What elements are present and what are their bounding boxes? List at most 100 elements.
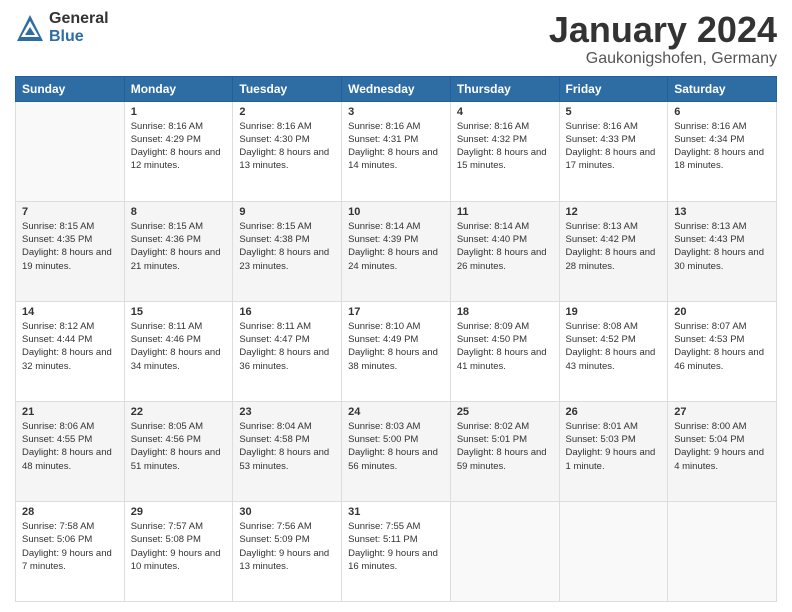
day-number: 3 — [348, 106, 444, 118]
day-info: Sunrise: 8:06 AMSunset: 4:55 PMDaylight:… — [22, 420, 118, 473]
day-info: Sunrise: 7:56 AMSunset: 5:09 PMDaylight:… — [239, 520, 335, 573]
day-number: 14 — [22, 306, 118, 318]
calendar-cell: 16Sunrise: 8:11 AMSunset: 4:47 PMDayligh… — [233, 301, 342, 401]
day-number: 24 — [348, 406, 444, 418]
calendar-cell: 15Sunrise: 8:11 AMSunset: 4:46 PMDayligh… — [124, 301, 233, 401]
day-info: Sunrise: 8:12 AMSunset: 4:44 PMDaylight:… — [22, 320, 118, 373]
day-info: Sunrise: 8:10 AMSunset: 4:49 PMDaylight:… — [348, 320, 444, 373]
day-info: Sunrise: 7:55 AMSunset: 5:11 PMDaylight:… — [348, 520, 444, 573]
weekday-header: Monday — [124, 76, 233, 101]
logo-blue-text: Blue — [49, 28, 109, 46]
calendar-cell: 29Sunrise: 7:57 AMSunset: 5:08 PMDayligh… — [124, 501, 233, 601]
day-info: Sunrise: 8:15 AMSunset: 4:36 PMDaylight:… — [131, 220, 227, 273]
calendar-week-row: 14 Sunrise: 8:12 AMSunset: 4:44 PMDayligh… — [16, 301, 777, 401]
weekday-header: Sunday — [16, 76, 125, 101]
calendar-cell: 6 Sunrise: 8:16 AMSunset: 4:34 PMDaylight… — [668, 101, 777, 201]
calendar-cell: 24 Sunrise: 8:03 AMSunset: 5:00 PMDayligh… — [342, 401, 451, 501]
day-info: Sunrise: 8:16 AMSunset: 4:33 PMDaylight:… — [566, 120, 662, 173]
calendar-cell: 4 Sunrise: 8:16 AMSunset: 4:32 PMDaylight… — [450, 101, 559, 201]
day-info: Sunrise: 8:16 AMSunset: 4:31 PMDaylight:… — [348, 120, 444, 173]
calendar-week-row: 7 Sunrise: 8:15 AMSunset: 4:35 PMDaylight… — [16, 201, 777, 301]
calendar-cell: 31 Sunrise: 7:55 AMSunset: 5:11 PMDayligh… — [342, 501, 451, 601]
day-info: Sunrise: 8:16 AMSunset: 4:29 PMDaylight:… — [131, 120, 227, 173]
day-info: Sunrise: 7:58 AMSunset: 5:06 PMDaylight:… — [22, 520, 118, 573]
day-number: 26 — [566, 406, 662, 418]
day-info: Sunrise: 8:03 AMSunset: 5:00 PMDaylight:… — [348, 420, 444, 473]
day-number: 27 — [674, 406, 770, 418]
logo-general-text: General — [49, 10, 109, 28]
day-info: Sunrise: 8:16 AMSunset: 4:34 PMDaylight:… — [674, 120, 770, 173]
calendar-cell: 12 Sunrise: 8:13 AMSunset: 4:42 PMDayligh… — [559, 201, 668, 301]
day-info: Sunrise: 8:04 AMSunset: 4:58 PMDaylight:… — [239, 420, 335, 473]
day-number: 28 — [22, 506, 118, 518]
day-info: Sunrise: 8:15 AMSunset: 4:38 PMDaylight:… — [239, 220, 335, 273]
weekday-header: Friday — [559, 76, 668, 101]
day-number: 1 — [131, 106, 227, 118]
day-number: 8 — [131, 206, 227, 218]
logo: General Blue — [15, 10, 109, 45]
day-info: Sunrise: 8:00 AMSunset: 5:04 PMDaylight:… — [674, 420, 770, 473]
day-info: Sunrise: 8:11 AMSunset: 4:47 PMDaylight:… — [239, 320, 335, 373]
title-section: January 2024 Gaukonigshofen, Germany — [549, 10, 777, 68]
calendar-cell: 11 Sunrise: 8:14 AMSunset: 4:40 PMDayligh… — [450, 201, 559, 301]
calendar-week-row: 21Sunrise: 8:06 AMSunset: 4:55 PMDayligh… — [16, 401, 777, 501]
calendar-cell: 5 Sunrise: 8:16 AMSunset: 4:33 PMDaylight… — [559, 101, 668, 201]
day-info: Sunrise: 8:13 AMSunset: 4:43 PMDaylight:… — [674, 220, 770, 273]
day-info: Sunrise: 8:02 AMSunset: 5:01 PMDaylight:… — [457, 420, 553, 473]
calendar-cell: 18 Sunrise: 8:09 AMSunset: 4:50 PMDayligh… — [450, 301, 559, 401]
calendar-cell — [559, 501, 668, 601]
calendar-cell: 30 Sunrise: 7:56 AMSunset: 5:09 PMDayligh… — [233, 501, 342, 601]
calendar-week-row: 1 Sunrise: 8:16 AMSunset: 4:29 PMDaylight… — [16, 101, 777, 201]
day-info: Sunrise: 8:15 AMSunset: 4:35 PMDaylight:… — [22, 220, 118, 273]
day-number: 31 — [348, 506, 444, 518]
calendar-cell: 25 Sunrise: 8:02 AMSunset: 5:01 PMDayligh… — [450, 401, 559, 501]
weekday-header: Thursday — [450, 76, 559, 101]
weekday-header: Saturday — [668, 76, 777, 101]
header: General Blue January 2024 Gaukonigshofen… — [15, 10, 777, 68]
calendar-cell: 19 Sunrise: 8:08 AMSunset: 4:52 PMDayligh… — [559, 301, 668, 401]
day-info: Sunrise: 8:16 AMSunset: 4:32 PMDaylight:… — [457, 120, 553, 173]
day-number: 2 — [239, 106, 335, 118]
weekday-header: Tuesday — [233, 76, 342, 101]
calendar-cell: 17 Sunrise: 8:10 AMSunset: 4:49 PMDayligh… — [342, 301, 451, 401]
day-number: 6 — [674, 106, 770, 118]
day-number: 30 — [239, 506, 335, 518]
weekday-header: Wednesday — [342, 76, 451, 101]
day-number: 17 — [348, 306, 444, 318]
calendar-cell: 1 Sunrise: 8:16 AMSunset: 4:29 PMDaylight… — [124, 101, 233, 201]
day-info: Sunrise: 8:08 AMSunset: 4:52 PMDaylight:… — [566, 320, 662, 373]
day-info: Sunrise: 8:11 AMSunset: 4:46 PMDaylight:… — [131, 320, 227, 373]
calendar-page: General Blue January 2024 Gaukonigshofen… — [0, 0, 792, 612]
calendar-cell: 21Sunrise: 8:06 AMSunset: 4:55 PMDayligh… — [16, 401, 125, 501]
day-info: Sunrise: 8:07 AMSunset: 4:53 PMDaylight:… — [674, 320, 770, 373]
day-number: 23 — [239, 406, 335, 418]
day-number: 25 — [457, 406, 553, 418]
day-number: 7 — [22, 206, 118, 218]
month-title: January 2024 — [549, 10, 777, 50]
day-number: 4 — [457, 106, 553, 118]
calendar-week-row: 28 Sunrise: 7:58 AMSunset: 5:06 PMDayligh… — [16, 501, 777, 601]
day-number: 18 — [457, 306, 553, 318]
calendar-cell: 23 Sunrise: 8:04 AMSunset: 4:58 PMDayligh… — [233, 401, 342, 501]
day-info: Sunrise: 8:16 AMSunset: 4:30 PMDaylight:… — [239, 120, 335, 173]
calendar-cell: 28 Sunrise: 7:58 AMSunset: 5:06 PMDayligh… — [16, 501, 125, 601]
calendar-cell: 2 Sunrise: 8:16 AMSunset: 4:30 PMDaylight… — [233, 101, 342, 201]
day-number: 11 — [457, 206, 553, 218]
day-number: 22 — [131, 406, 227, 418]
day-number: 19 — [566, 306, 662, 318]
calendar-cell — [668, 501, 777, 601]
day-number: 12 — [566, 206, 662, 218]
day-info: Sunrise: 8:13 AMSunset: 4:42 PMDaylight:… — [566, 220, 662, 273]
logo-icon — [15, 13, 45, 43]
day-info: Sunrise: 8:09 AMSunset: 4:50 PMDaylight:… — [457, 320, 553, 373]
day-info: Sunrise: 8:14 AMSunset: 4:39 PMDaylight:… — [348, 220, 444, 273]
day-number: 9 — [239, 206, 335, 218]
location: Gaukonigshofen, Germany — [549, 50, 777, 68]
day-info: Sunrise: 7:57 AMSunset: 5:08 PMDaylight:… — [131, 520, 227, 573]
calendar-cell: 9 Sunrise: 8:15 AMSunset: 4:38 PMDaylight… — [233, 201, 342, 301]
calendar-cell: 7 Sunrise: 8:15 AMSunset: 4:35 PMDaylight… — [16, 201, 125, 301]
calendar-cell: 10Sunrise: 8:14 AMSunset: 4:39 PMDayligh… — [342, 201, 451, 301]
day-number: 5 — [566, 106, 662, 118]
day-number: 20 — [674, 306, 770, 318]
day-info: Sunrise: 8:14 AMSunset: 4:40 PMDaylight:… — [457, 220, 553, 273]
